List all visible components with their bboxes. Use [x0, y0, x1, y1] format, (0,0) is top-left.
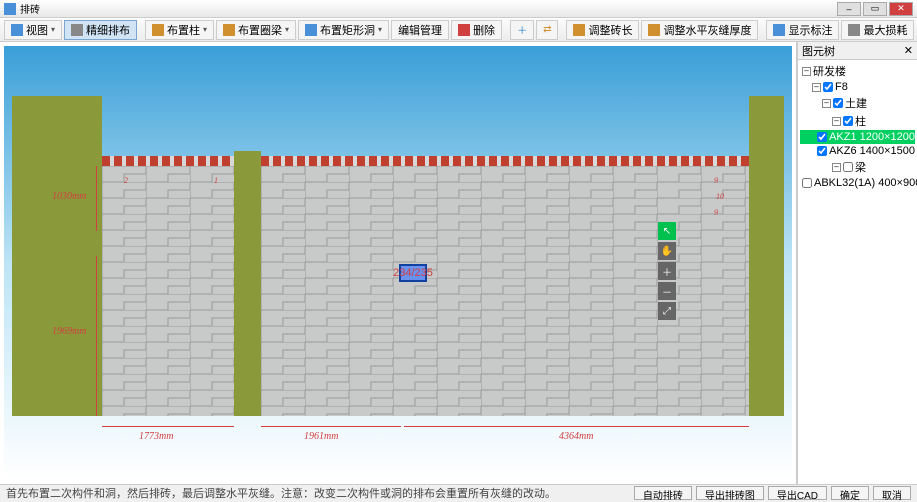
tree-item-akz1[interactable]: AKZ1 1200×1200: [800, 130, 915, 144]
col-label: 布置柱: [167, 22, 200, 38]
delete-icon: [458, 24, 470, 36]
rect-label: 布置矩形洞: [320, 22, 375, 38]
view-toolstrip: ↖ ✋ ＋ － ⤢: [658, 222, 676, 320]
beam-label: 布置圈梁: [238, 22, 282, 38]
column-icon: [152, 24, 164, 36]
element-tree-panel: 图元树 ✕ –研发楼 –F8 –土建 –柱 AKZ1 1200×1200 AKZ…: [797, 42, 917, 484]
show-label-button[interactable]: 显示标注: [766, 20, 839, 40]
zoom-in-tool[interactable]: ＋: [658, 262, 676, 280]
place-beam-button[interactable]: 布置圈梁▾: [216, 20, 296, 40]
edit-manage-button[interactable]: 编辑管理: [391, 20, 449, 40]
tree-title: 图元树: [802, 43, 835, 59]
place-rect-hole-button[interactable]: 布置矩形洞▾: [298, 20, 389, 40]
maximize-button[interactable]: ▭: [863, 2, 887, 16]
grid-icon: [71, 24, 83, 36]
show-label: 显示标注: [788, 22, 832, 38]
max-waste-button[interactable]: 最大损耗: [841, 20, 914, 40]
tree-sub-col[interactable]: –柱: [800, 112, 915, 130]
tree-sub-beam[interactable]: –梁: [800, 158, 915, 176]
tree-root[interactable]: –研发楼: [800, 62, 915, 80]
dim-w1: 1773mm: [139, 431, 173, 442]
tree-item-beam[interactable]: ABKL32(1A) 400×900: [800, 176, 915, 190]
delete-button[interactable]: 删除: [451, 20, 502, 40]
beam-icon: [223, 24, 235, 36]
dim-h2: 1969mm: [52, 326, 86, 337]
label-icon: [773, 24, 785, 36]
swap-button[interactable]: ⇄: [536, 20, 558, 40]
brick-num: 9: [714, 208, 718, 217]
minimize-button[interactable]: –: [837, 2, 861, 16]
close-button[interactable]: ✕: [889, 2, 913, 16]
adjust-thickness-button[interactable]: 调整水平灰缝厚度: [641, 20, 758, 40]
edit-label: 编辑管理: [398, 22, 442, 38]
ok-button[interactable]: 确定: [831, 486, 869, 500]
dim-w2: 1961mm: [304, 431, 338, 442]
window-titlebar: 排砖 – ▭ ✕: [0, 0, 917, 18]
len-label: 调整砖长: [588, 22, 632, 38]
panel-close-icon[interactable]: ✕: [904, 44, 913, 57]
thick-label: 调整水平灰缝厚度: [663, 22, 751, 38]
roof-tiles-2: [261, 156, 749, 166]
tree-floor[interactable]: –F8: [800, 80, 915, 94]
app-icon: [4, 3, 16, 15]
status-message: 首先布置二次构件和洞，然后排砖，最后调整水平灰缝。注意：改变二次构件或洞的排布会…: [6, 485, 634, 501]
window-title: 排砖: [20, 1, 837, 16]
view-button[interactable]: 视图▾: [4, 20, 62, 40]
main-toolbar: 视图▾ 精细排布 布置柱▾ 布置圈梁▾ 布置矩形洞▾ 编辑管理 删除 ＋ ⇄ 调…: [0, 18, 917, 42]
brick-num: 9: [714, 176, 718, 185]
pillar-right: [749, 96, 784, 416]
wall-segment-1[interactable]: [102, 166, 234, 416]
status-bar: 首先布置二次构件和洞，然后排砖，最后调整水平灰缝。注意：改变二次构件或洞的排布会…: [0, 484, 917, 500]
element-tree[interactable]: –研发楼 –F8 –土建 –柱 AKZ1 1200×1200 AKZ6 1400…: [798, 60, 917, 484]
del-label: 删除: [473, 22, 495, 38]
adjust-length-button[interactable]: 调整砖长: [566, 20, 639, 40]
place-column-button[interactable]: 布置柱▾: [145, 20, 214, 40]
export-layout-button[interactable]: 导出排砖图: [696, 486, 764, 500]
thick-icon: [648, 24, 660, 36]
view-icon: [11, 24, 23, 36]
dim-h1: 1030mm: [52, 191, 86, 202]
brick-num: 2: [124, 176, 128, 185]
view-label: 视图: [26, 22, 48, 38]
pointer-tool[interactable]: ↖: [658, 222, 676, 240]
rect-icon: [305, 24, 317, 36]
brick-num: 10: [716, 192, 724, 201]
hand-tool[interactable]: ✋: [658, 242, 676, 260]
pillar-left: [12, 96, 102, 416]
max-label: 最大损耗: [863, 22, 907, 38]
zoom-out-tool[interactable]: －: [658, 282, 676, 300]
tree-item-akz6[interactable]: AKZ6 1400×1500: [800, 144, 915, 158]
roof-tiles-1: [102, 156, 234, 166]
max-icon: [848, 24, 860, 36]
cancel-button[interactable]: 取消: [873, 486, 911, 500]
selected-brick[interactable]: 234/235: [399, 264, 427, 282]
plus-button[interactable]: ＋: [510, 20, 534, 40]
fine-label: 精细排布: [86, 22, 130, 38]
export-cad-button[interactable]: 导出CAD: [768, 486, 827, 500]
auto-layout-button[interactable]: 自动排砖: [634, 486, 692, 500]
brick-num: 1: [214, 176, 218, 185]
fit-tool[interactable]: ⤢: [658, 302, 676, 320]
pillar-mid: [234, 151, 261, 416]
dim-w3: 4364mm: [559, 431, 593, 442]
selected-brick-label: 234/235: [393, 267, 433, 279]
length-icon: [573, 24, 585, 36]
fine-layout-button[interactable]: 精细排布: [64, 20, 137, 40]
tree-cat[interactable]: –土建: [800, 94, 915, 112]
canvas-viewport[interactable]: 234/235 2 1 9 10 9 1030mm 1969mm 1773mm …: [0, 42, 797, 484]
